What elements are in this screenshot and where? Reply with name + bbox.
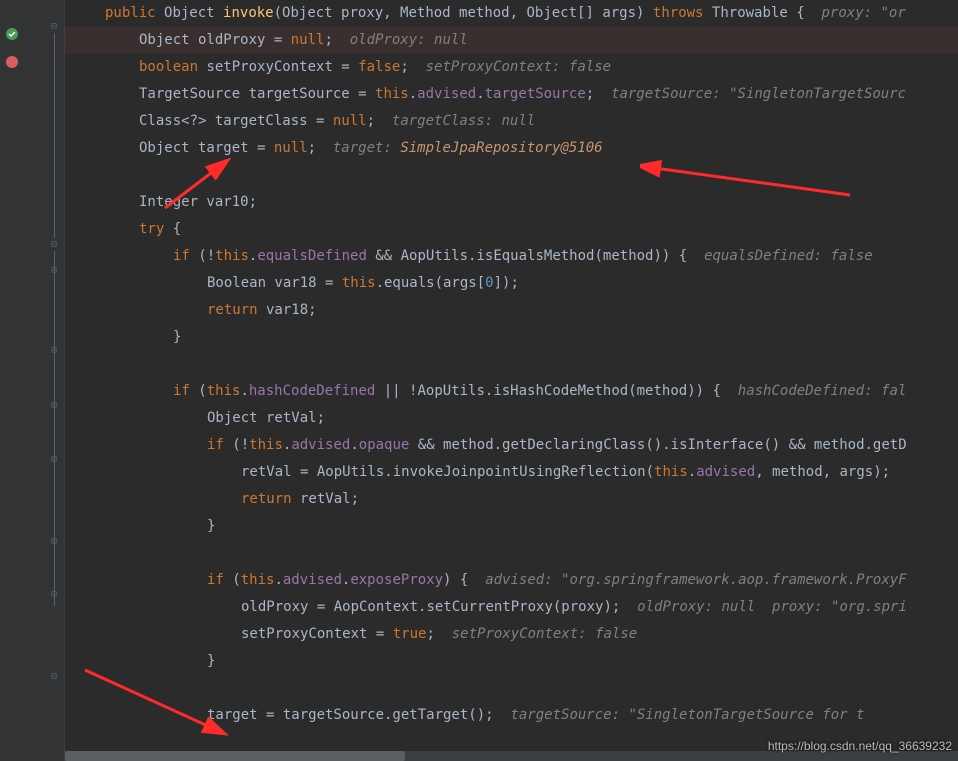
code-line: Object target = null; target: SimpleJpaR… [65, 135, 958, 162]
fold-toggle[interactable]: ⊟ [48, 453, 60, 465]
fold-toggle[interactable]: ⊟ [48, 264, 60, 276]
fold-line [54, 251, 55, 606]
code-line: setProxyContext = true; setProxyContext:… [65, 621, 958, 648]
code-line: return retVal; [65, 486, 958, 513]
code-line: Object retVal; [65, 405, 958, 432]
code-line: Boolean var18 = this.equals(args[0]); [65, 270, 958, 297]
code-line-blank [65, 351, 958, 378]
code-line: public Object invoke(Object proxy, Metho… [65, 0, 958, 27]
fold-toggle[interactable]: ⊟ [48, 238, 60, 250]
code-area[interactable]: public Object invoke(Object proxy, Metho… [65, 0, 958, 761]
code-line: } [65, 513, 958, 540]
code-line: } [65, 324, 958, 351]
code-line-blank [65, 675, 958, 702]
gutter: ⊟ ⊟ ⊟ ⊟ ⊟ ⊟ ⊟ ⊟ ⊟ [0, 0, 65, 761]
code-line: oldProxy = AopContext.setCurrentProxy(pr… [65, 594, 958, 621]
code-line: retVal = AopUtils.invokeJoinpointUsingRe… [65, 459, 958, 486]
implemented-icon[interactable] [4, 26, 20, 42]
code-line: } [65, 648, 958, 675]
fold-toggle[interactable]: ⊟ [48, 535, 60, 547]
fold-toggle[interactable]: ⊟ [48, 20, 60, 32]
code-line-blank [65, 540, 958, 567]
code-line: target = targetSource.getTarget(); targe… [65, 702, 958, 729]
code-line: if (!this.equalsDefined && AopUtils.isEq… [65, 243, 958, 270]
code-line: TargetSource targetSource = this.advised… [65, 81, 958, 108]
fold-toggle[interactable]: ⊟ [48, 588, 60, 600]
code-line: if (this.advised.exposeProxy) { advised:… [65, 567, 958, 594]
code-line: if (!this.advised.opaque && method.getDe… [65, 432, 958, 459]
code-line-highlighted: Object oldProxy = null; oldProxy: null [65, 27, 958, 54]
code-line: return var18; [65, 297, 958, 324]
code-line: Integer var10; [65, 189, 958, 216]
scrollbar-thumb[interactable] [65, 751, 405, 761]
code-line: if (this.hashCodeDefined || !AopUtils.is… [65, 378, 958, 405]
fold-toggle[interactable]: ⊟ [48, 670, 60, 682]
fold-toggle[interactable]: ⊟ [48, 344, 60, 356]
code-line: try { [65, 216, 958, 243]
code-line: Class<?> targetClass = null; targetClass… [65, 108, 958, 135]
fold-line [54, 33, 55, 238]
fold-toggle[interactable]: ⊟ [48, 399, 60, 411]
watermark-text: https://blog.csdn.net/qq_36639232 [768, 739, 952, 753]
code-line: boolean setProxyContext = false; setProx… [65, 54, 958, 81]
code-line-blank [65, 162, 958, 189]
breakpoint-icon[interactable] [4, 54, 20, 70]
